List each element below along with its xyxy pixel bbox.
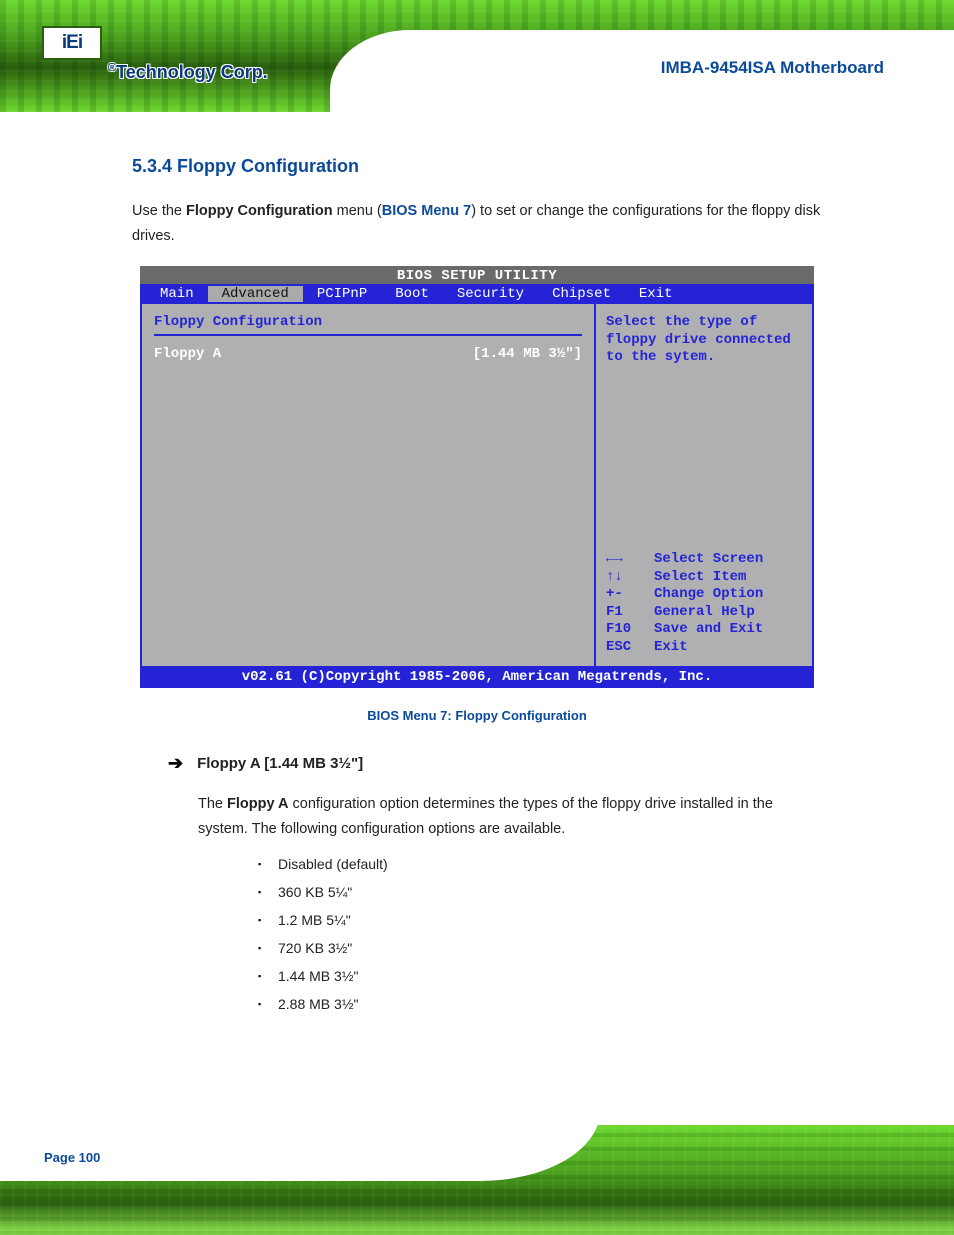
intro-mid: menu (: [333, 203, 382, 219]
option-item: 2.88 MB 3½": [258, 990, 954, 1018]
intro-pre: Use the: [132, 203, 186, 219]
bios-menu-main: Main: [146, 286, 208, 302]
arrow-right-icon: ➔: [168, 753, 183, 774]
logo-tagline: ®Technology Corp.: [108, 62, 268, 83]
bios-left-panel: Floppy Configuration Floppy A [1.44 MB 3…: [142, 304, 596, 666]
bios-menubar: Main Advanced PCIPnP Boot Security Chips…: [140, 284, 814, 304]
key-ud: ↑↓: [606, 569, 654, 587]
setting-description: The Floppy A configuration option determ…: [198, 792, 824, 841]
key-lr-desc: Select Screen: [654, 551, 763, 569]
logo-text: iEi: [62, 32, 82, 54]
setting-heading-row: ➔ Floppy A [1.44 MB 3½"]: [168, 753, 954, 774]
option-item: 1.2 MB 5¼": [258, 906, 954, 934]
logo: iEi: [42, 26, 102, 60]
key-f10-desc: Save and Exit: [654, 621, 763, 639]
option-item: 360 KB 5¼": [258, 878, 954, 906]
key-pm: +-: [606, 586, 654, 604]
key-pm-desc: Change Option: [654, 586, 763, 604]
key-esc: ESC: [606, 639, 654, 657]
setting-name: Floppy A [1.44 MB 3½"]: [197, 755, 363, 772]
bios-menu-security: Security: [443, 286, 538, 302]
bios-setting-row: Floppy A [1.44 MB 3½"]: [154, 346, 582, 362]
option-item: Disabled (default): [258, 850, 954, 878]
options-list: Disabled (default) 360 KB 5¼" 1.2 MB 5¼"…: [258, 850, 954, 1018]
bios-menu-chipset: Chipset: [538, 286, 625, 302]
intro-menu-name: Floppy Configuration: [186, 203, 333, 219]
bios-body: Floppy Configuration Floppy A [1.44 MB 3…: [140, 304, 814, 668]
intro-paragraph: Use the Floppy Configuration menu (BIOS …: [132, 199, 824, 248]
option-item: 1.44 MB 3½": [258, 962, 954, 990]
bios-title: BIOS SETUP UTILITY: [140, 266, 814, 284]
page-number: Page 100: [44, 1150, 100, 1165]
bios-menu-advanced: Advanced: [208, 286, 303, 302]
tagline-text: Technology Corp.: [116, 62, 268, 82]
desc-bold: Floppy A: [227, 796, 288, 812]
key-lr: ←→: [606, 551, 654, 569]
key-f1-desc: General Help: [654, 604, 755, 622]
figure-caption: BIOS Menu 7: Floppy Configuration: [0, 708, 954, 723]
bios-footer: v02.61 (C)Copyright 1985-2006, American …: [140, 668, 814, 688]
bios-row-label: Floppy A: [154, 346, 221, 362]
key-f10: F10: [606, 621, 654, 639]
product-title: IMBA-9454ISA Motherboard: [661, 58, 884, 78]
content-area: 5.3.4 Floppy Configuration Use the Flopp…: [0, 112, 954, 248]
key-ud-desc: Select Item: [654, 569, 746, 587]
bios-row-value: [1.44 MB 3½"]: [473, 346, 582, 362]
bios-key-legend: ←→Select Screen ↑↓Select Item +-Change O…: [606, 551, 802, 656]
bios-screenshot: BIOS SETUP UTILITY Main Advanced PCIPnP …: [140, 266, 814, 688]
bios-menu-pcipnp: PCIPnP: [303, 286, 381, 302]
key-esc-desc: Exit: [654, 639, 688, 657]
bios-menu-boot: Boot: [381, 286, 443, 302]
intro-bios-ref: BIOS Menu 7: [382, 203, 471, 219]
header-banner: iEi ®Technology Corp. IMBA-9454ISA Mothe…: [0, 0, 954, 112]
bios-right-panel: Select the type of floppy drive connecte…: [596, 304, 812, 666]
registered-mark: ®: [108, 62, 116, 74]
option-item: 720 KB 3½": [258, 934, 954, 962]
bios-panel-title: Floppy Configuration: [154, 314, 582, 330]
bios-menu-exit: Exit: [625, 286, 687, 302]
footer-banner: [0, 1125, 954, 1235]
desc-pre: The: [198, 796, 227, 812]
bios-help-text: Select the type of floppy drive connecte…: [606, 314, 802, 367]
section-heading: 5.3.4 Floppy Configuration: [132, 156, 824, 177]
bios-divider: [154, 334, 582, 336]
key-f1: F1: [606, 604, 654, 622]
